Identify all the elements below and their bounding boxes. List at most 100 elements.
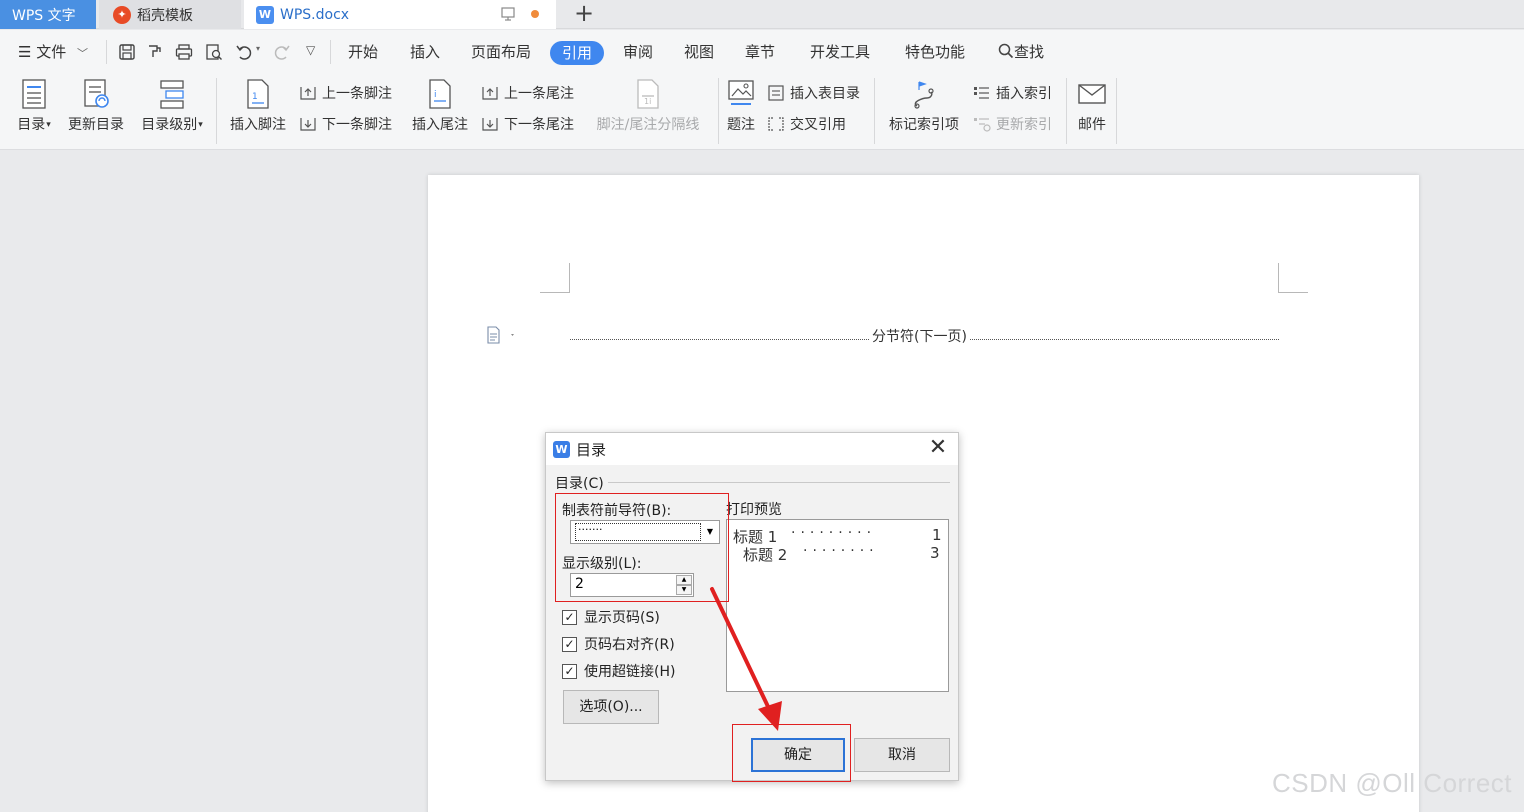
- insert-index-icon: [974, 87, 989, 99]
- cross-reference-label: 交叉引用: [790, 117, 846, 133]
- use-hyperlinks-checkbox[interactable]: ✓ 使用超链接(H): [562, 661, 675, 681]
- hamburger-icon: ☰: [18, 43, 32, 61]
- next-footnote-button[interactable]: 下一条脚注: [298, 113, 392, 135]
- menu-view[interactable]: 视图: [684, 40, 714, 64]
- tab-label: WPS.docx: [280, 6, 350, 23]
- undo-dropdown-icon[interactable]: ▾: [256, 44, 260, 53]
- update-index-icon: [974, 118, 991, 132]
- update-index-label: 更新索引: [996, 117, 1052, 133]
- insert-footnote-button[interactable]: 1 插入脚注: [226, 78, 290, 134]
- watermark-text: CSDN @Oll Correct: [1272, 768, 1513, 798]
- menu-bar: ☰ 文件 ﹀ ▾ ▽ 开始 插入 页面布局 引用 审阅 视图 章节 开发工具 特…: [0, 30, 1524, 72]
- divider: [1116, 78, 1117, 144]
- update-toc-button[interactable]: 更新目录: [63, 78, 129, 134]
- dialog-title: 目录: [576, 441, 607, 459]
- monitor-icon[interactable]: [500, 6, 516, 22]
- mark-index-entry-button[interactable]: 标记索引项: [884, 78, 964, 134]
- toc-level-button[interactable]: 目录级别▾: [136, 78, 208, 134]
- find-button[interactable]: 查找: [998, 40, 1044, 64]
- search-icon: [998, 43, 1014, 59]
- preview-entry-leader: ·········: [791, 525, 877, 541]
- show-page-numbers-label: 显示页码(S): [584, 610, 660, 626]
- customize-dropdown-icon[interactable]: ▽: [306, 43, 315, 57]
- undo-icon[interactable]: [234, 42, 254, 62]
- preview-entry-title: 标题 2: [743, 546, 788, 564]
- caption-button[interactable]: 题注: [724, 78, 758, 134]
- divider: [1066, 78, 1067, 144]
- footnote-separator-button[interactable]: 1i 脚注/尾注分隔线: [590, 78, 706, 134]
- update-toc-icon: [84, 79, 109, 108]
- print-preview-icon[interactable]: [204, 42, 224, 62]
- menu-references[interactable]: 引用: [550, 41, 605, 65]
- find-label: 查找: [1014, 43, 1045, 61]
- dialog-title-bar[interactable]: W 目录 ✕: [546, 433, 958, 465]
- margin-corner-right: [1278, 263, 1308, 293]
- group-divider: [608, 482, 950, 483]
- caret-down-icon: ▾: [46, 120, 51, 130]
- redo-icon[interactable]: [272, 42, 292, 62]
- tab-docer-templates[interactable]: ✦ 稻壳模板: [99, 0, 241, 29]
- wps-writer-icon: W: [256, 5, 274, 24]
- wps-writer-icon: W: [553, 441, 570, 458]
- next-footnote-icon: [300, 118, 316, 131]
- cross-reference-button[interactable]: 交叉引用: [766, 113, 846, 135]
- menu-home[interactable]: 开始: [348, 40, 378, 64]
- print-icon[interactable]: [174, 42, 194, 62]
- next-endnote-button[interactable]: 下一条尾注: [480, 113, 574, 135]
- preview-entry-page: 3: [930, 544, 940, 562]
- insert-table-toc-label: 插入表目录: [790, 86, 860, 102]
- annotation-arrow-icon: [710, 587, 782, 731]
- caret-down-icon: ▾: [198, 120, 203, 130]
- prev-footnote-label: 上一条脚注: [322, 86, 392, 102]
- divider: [718, 78, 719, 144]
- svg-text:1i: 1i: [644, 97, 651, 106]
- insert-index-button[interactable]: 插入索引: [972, 82, 1052, 104]
- prev-endnote-button[interactable]: 上一条尾注: [480, 82, 574, 104]
- mark-index-icon: [914, 81, 934, 109]
- new-tab-button[interactable]: +: [570, 0, 598, 29]
- prev-footnote-button[interactable]: 上一条脚注: [298, 82, 392, 104]
- checkbox-checked-icon: ✓: [562, 636, 577, 652]
- insert-endnote-button[interactable]: i 插入尾注: [408, 78, 472, 134]
- update-index-button[interactable]: 更新索引: [972, 113, 1052, 135]
- prev-footnote-icon: [300, 87, 316, 100]
- preview-entry-leader: ········: [803, 543, 879, 559]
- toc-button[interactable]: 目录▾: [12, 78, 56, 134]
- toc-level-icon: [160, 80, 184, 109]
- prev-endnote-icon: [482, 87, 498, 100]
- caption-icon: [728, 80, 754, 105]
- menu-insert[interactable]: 插入: [410, 40, 440, 64]
- tab-bar: WPS 文字 ✦ 稻壳模板 W WPS.docx +: [0, 0, 1524, 29]
- menu-developer[interactable]: 开发工具: [810, 40, 870, 64]
- docer-flame-icon: ✦: [113, 5, 131, 24]
- separator-icon: 1i: [637, 79, 659, 109]
- menu-section[interactable]: 章节: [745, 40, 775, 64]
- paragraph-layout-icon[interactable]: [486, 326, 516, 344]
- menu-page-layout[interactable]: 页面布局: [471, 40, 531, 64]
- tab-wps-writer[interactable]: WPS 文字: [0, 0, 96, 29]
- unsaved-dot-icon: [531, 10, 539, 18]
- insert-table-toc-button[interactable]: 插入表目录: [766, 82, 860, 104]
- next-endnote-icon: [482, 118, 498, 131]
- footnote-separator-label: 脚注/尾注分隔线: [596, 117, 700, 133]
- next-endnote-label: 下一条尾注: [504, 117, 574, 133]
- divider: [874, 78, 875, 144]
- save-icon[interactable]: [117, 42, 137, 62]
- options-button[interactable]: 选项(O)...: [563, 690, 659, 724]
- svg-text:1: 1: [252, 92, 258, 102]
- menu-special-features[interactable]: 特色功能: [905, 40, 965, 64]
- file-menu-label: 文件: [36, 43, 67, 61]
- right-align-page-numbers-checkbox[interactable]: ✓ 页码右对齐(R): [562, 634, 675, 654]
- format-painter-icon[interactable]: [145, 42, 165, 62]
- toc-label: 目录: [17, 117, 46, 133]
- checkbox-checked-icon: ✓: [562, 663, 577, 679]
- mail-button[interactable]: 邮件: [1072, 78, 1112, 134]
- cross-reference-icon: [768, 117, 784, 131]
- margin-corner-left: [540, 263, 570, 293]
- show-page-numbers-checkbox[interactable]: ✓ 显示页码(S): [562, 607, 660, 627]
- close-icon[interactable]: ✕: [926, 436, 950, 460]
- menu-review[interactable]: 审阅: [623, 40, 653, 64]
- divider: [216, 78, 217, 144]
- file-menu-button[interactable]: ☰ 文件 ﹀: [18, 40, 88, 64]
- cancel-button[interactable]: 取消: [854, 738, 950, 772]
